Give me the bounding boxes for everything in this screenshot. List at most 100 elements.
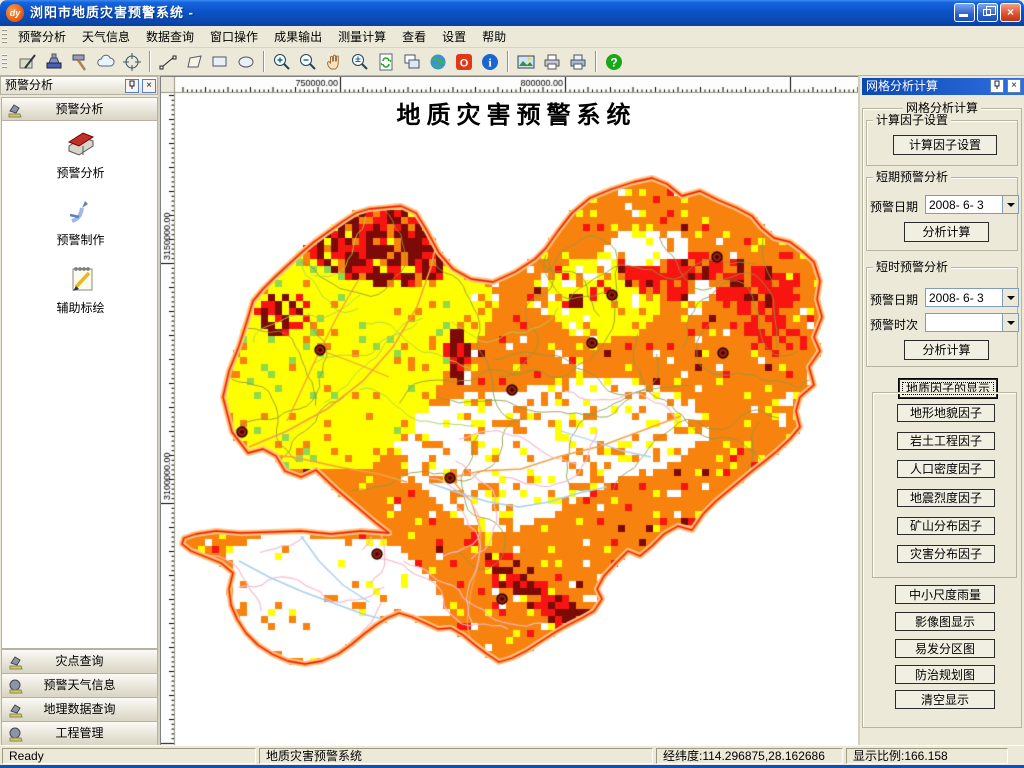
- minimize-button[interactable]: [954, 3, 975, 22]
- pin-icon: [129, 80, 135, 89]
- short-term-date-value: 2008- 6- 3: [929, 198, 984, 212]
- chevron-down-icon[interactable]: [1002, 289, 1018, 306]
- toolbar-info-button[interactable]: i: [477, 49, 503, 74]
- geotech-factor-button[interactable]: 岩土工程因子: [897, 432, 995, 450]
- nowcast-time-combo[interactable]: [925, 313, 1019, 332]
- left-item-aux-plot[interactable]: 辅助标绘: [2, 262, 159, 316]
- toolbar-help-button[interactable]: ?: [601, 49, 627, 74]
- nowcast-label: 短时预警分析: [873, 260, 952, 274]
- pin-icon: [994, 80, 1000, 89]
- left-panel: 预警分析 × 预警分析 预警分析 预警制作 辅助标绘 灾点查询 预警天气信息 地…: [0, 76, 160, 745]
- toolbar-print-map-button[interactable]: [539, 49, 565, 74]
- toolbar-warning-make-button[interactable]: [41, 49, 67, 74]
- print-icon: [570, 54, 586, 69]
- nowcast-date-combo[interactable]: 2008- 6- 3: [925, 288, 1019, 307]
- info-icon: i: [482, 53, 498, 70]
- toolbar-image-display-button[interactable]: [513, 49, 539, 74]
- toolbar-globe-button[interactable]: [425, 49, 451, 74]
- left-category-label: 工程管理: [55, 726, 104, 740]
- toolbar-grip[interactable]: [2, 53, 7, 70]
- right-panel-pin-button[interactable]: [990, 79, 1004, 93]
- toolbar-zoom-out-button[interactable]: [295, 49, 321, 74]
- toolbar-zoom-full-button[interactable]: [347, 49, 373, 74]
- help-icon: ?: [606, 53, 622, 70]
- menu-grip[interactable]: [2, 29, 7, 45]
- menu-view[interactable]: 查看: [394, 26, 434, 48]
- notepad-pencil-icon: [72, 267, 92, 291]
- left-category-label: 地理数据查询: [43, 702, 116, 716]
- zoom-out-icon: [300, 53, 316, 70]
- map-canvas[interactable]: [161, 77, 859, 746]
- left-panel-close-button[interactable]: ×: [142, 79, 156, 93]
- globe-stamp-icon: [9, 727, 23, 742]
- factor-setup-button[interactable]: 计算因子设置: [893, 135, 997, 155]
- susceptibility-map-button[interactable]: 易发分区图: [895, 639, 995, 658]
- chevron-down-icon[interactable]: [1002, 196, 1018, 213]
- menu-settings[interactable]: 设置: [434, 26, 474, 48]
- menu-window-ops[interactable]: 窗口操作: [202, 26, 266, 48]
- polygon-tool-icon: [187, 54, 202, 67]
- toolbar-rectangle-tool-button[interactable]: [207, 49, 233, 74]
- right-panel-close-button[interactable]: ×: [1007, 79, 1021, 93]
- rainfall-scale-button[interactable]: 中小尺度雨量: [895, 585, 995, 604]
- close-button[interactable]: ×: [1000, 3, 1021, 22]
- line-tool-icon: [159, 55, 177, 69]
- clear-display-button[interactable]: 清空显示: [895, 690, 995, 709]
- cloud-weather-icon: [97, 54, 115, 67]
- toolbar-locate-button[interactable]: [119, 49, 145, 74]
- left-category-project-manage[interactable]: 工程管理: [1, 721, 158, 745]
- toolbar-zoom-in-button[interactable]: [269, 49, 295, 74]
- locate-icon: [123, 52, 141, 71]
- right-panel: 网格分析计算 × 网格分析计算 计算因子设置 计算因子设置 短期预警分析 预警日…: [858, 76, 1024, 745]
- minimize-icon: [959, 14, 968, 17]
- mine-factor-button[interactable]: 矿山分布因子: [897, 517, 995, 535]
- seismic-factor-button[interactable]: 地震烈度因子: [897, 489, 995, 507]
- image-map-button[interactable]: 影像图显示: [895, 612, 995, 631]
- toolbar-cloud-button[interactable]: [93, 49, 119, 74]
- restore-button[interactable]: [977, 3, 998, 22]
- menu-measure[interactable]: 测量计算: [330, 26, 394, 48]
- menu-help[interactable]: 帮助: [474, 26, 514, 48]
- terrain-factor-button[interactable]: 地形地貌因子: [897, 404, 995, 422]
- toolbar-line-tool-button[interactable]: [155, 49, 181, 74]
- short-term-date-combo[interactable]: 2008- 6- 3: [925, 195, 1019, 214]
- toolbar-separator: [263, 51, 265, 72]
- toolbar-stop-button[interactable]: O: [451, 49, 477, 74]
- application-window: dy 浏阳市地质灾害预警系统 - × 预警分析 天气信息 数据查询 窗口操作 成果输出测…: [0, 0, 1024, 768]
- book-icon: [67, 132, 94, 156]
- status-scale: 显示比例:166.158: [846, 748, 1008, 764]
- toolbar-aux-plot-button[interactable]: [67, 49, 93, 74]
- left-panel-section-label: 预警分析: [55, 102, 104, 116]
- toolbar-refresh-button[interactable]: [373, 49, 399, 74]
- toolbar-pan-button[interactable]: [321, 49, 347, 74]
- left-panel-pin-button[interactable]: [125, 79, 139, 93]
- aux-plot-icon: [72, 54, 87, 71]
- prevention-plan-button[interactable]: 防治规划图: [895, 665, 995, 684]
- left-item-warning-analysis[interactable]: 预警分析: [2, 127, 159, 181]
- menu-warning-analysis[interactable]: 预警分析: [10, 26, 74, 48]
- toolbar-polygon-tool-button[interactable]: [181, 49, 207, 74]
- short-term-analyze-button[interactable]: 分析计算: [904, 222, 989, 242]
- left-item-label: 预警制作: [56, 233, 105, 247]
- population-factor-button[interactable]: 人口密度因子: [897, 460, 995, 478]
- toolbar-copy-window-button[interactable]: [399, 49, 425, 74]
- stamp-icon: [8, 104, 22, 118]
- nowcast-date-value: 2008- 6- 3: [929, 291, 984, 305]
- left-item-label: 预警分析: [56, 166, 105, 180]
- disaster-factor-button[interactable]: 灾害分布因子: [897, 545, 995, 563]
- left-panel-section-header[interactable]: 预警分析: [1, 97, 158, 121]
- menu-data-query[interactable]: 数据查询: [138, 26, 202, 48]
- nowcast-analyze-button[interactable]: 分析计算: [904, 340, 989, 360]
- status-coordinates: 经纬度:114.296875,28.162686: [656, 748, 843, 764]
- toolbar-warning-analysis-button[interactable]: [15, 49, 41, 74]
- menu-result-output[interactable]: 成果输出: [266, 26, 330, 48]
- left-category-geo-data-query[interactable]: 地理数据查询: [1, 697, 158, 721]
- left-category-disaster-query[interactable]: 灾点查询: [1, 649, 158, 673]
- menu-weather-info[interactable]: 天气信息: [74, 26, 138, 48]
- toolbar-ellipse-tool-button[interactable]: [233, 49, 259, 74]
- nowcast-date-label: 预警日期: [870, 293, 919, 307]
- chevron-down-icon[interactable]: [1002, 314, 1018, 331]
- left-item-warning-make[interactable]: 预警制作: [2, 194, 159, 248]
- toolbar-print-button[interactable]: [565, 49, 591, 74]
- left-category-warning-weather[interactable]: 预警天气信息: [1, 673, 158, 697]
